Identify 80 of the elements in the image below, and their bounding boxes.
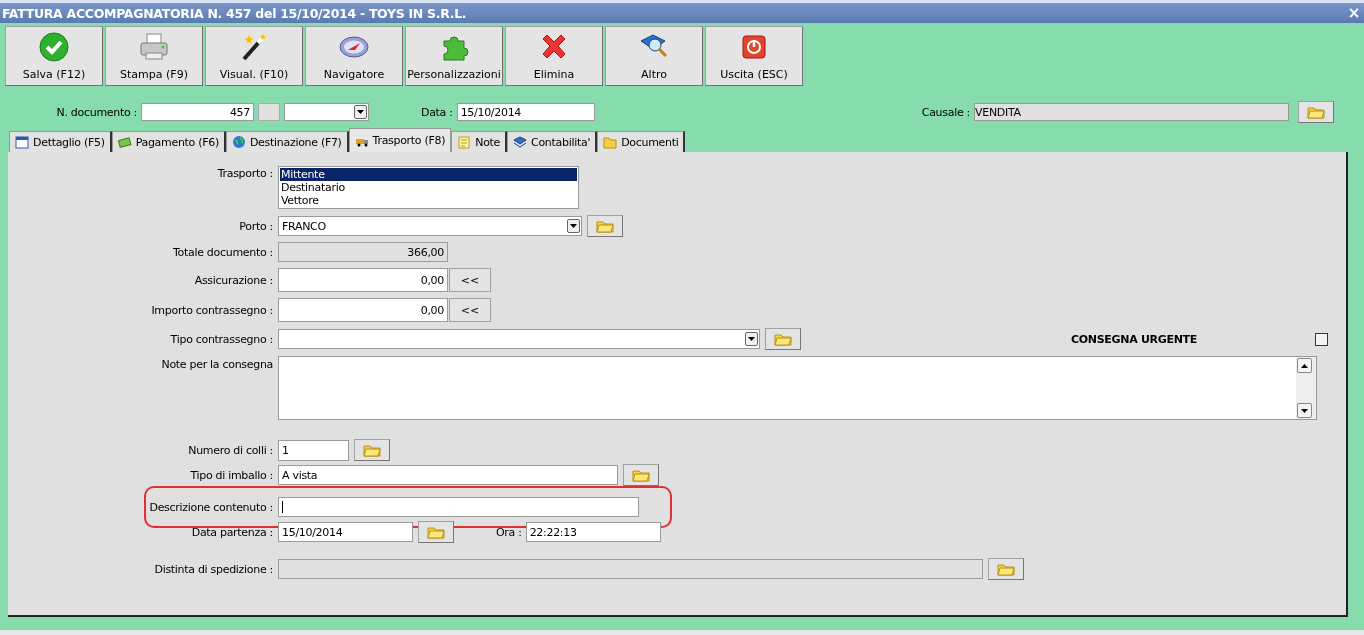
departure-date-field[interactable]: 15/10/2014	[278, 522, 413, 542]
window-title: FATTURA ACCOMPAGNATORIA N. 457 del 15/10/2014 - TOYS IN S.R.L.	[2, 5, 467, 21]
folder-button[interactable]	[1298, 101, 1334, 123]
list-option[interactable]: Destinatario	[280, 181, 577, 194]
amount-field[interactable]: 0,00	[278, 298, 448, 322]
folder-icon	[997, 562, 1015, 576]
field-label: Distinta di spedizione :	[153, 562, 274, 576]
tab[interactable]: Destinazione (F7)	[225, 131, 349, 152]
tab[interactable]: Dettaglio (F5)	[9, 131, 112, 152]
amount-field[interactable]: 0,00	[278, 268, 448, 292]
tab[interactable]: Documenti	[597, 131, 686, 152]
toolbar-button[interactable]: Stampa (F9)	[105, 26, 203, 86]
transport-listbox[interactable]: Mittente Destinatario Vettore	[278, 166, 579, 209]
printer-icon	[138, 31, 170, 63]
field-label: Tipo contrassegno :	[169, 332, 274, 346]
calendar-icon	[15, 135, 29, 149]
money-icon	[117, 135, 132, 149]
toolbar-button[interactable]: Elimina	[505, 26, 603, 86]
field-label: N. documento :	[55, 105, 137, 119]
check-icon	[38, 31, 70, 63]
folder-button[interactable]	[354, 439, 390, 461]
tab[interactable]: Trasporto (F8)	[348, 128, 452, 152]
field-label: Trasporto :	[216, 166, 274, 180]
date-field[interactable]: 15/10/2014	[456, 103, 595, 121]
folder-button[interactable]	[587, 215, 623, 237]
copy-button[interactable]: <<	[449, 268, 491, 292]
toolbar-button[interactable]: Navigatore	[305, 26, 403, 86]
folder-button[interactable]	[418, 521, 454, 543]
field-label: Data :	[421, 105, 453, 119]
urgent-label: CONSEGNA URGENTE	[1071, 332, 1197, 346]
field-label: Assicurazione :	[193, 273, 274, 287]
scroll-up-icon[interactable]	[1297, 358, 1312, 373]
packaging-field[interactable]: A vista	[278, 465, 618, 485]
list-option[interactable]: Vettore	[280, 194, 577, 207]
list-option[interactable]: Mittente	[280, 168, 577, 181]
folder-icon	[596, 219, 614, 233]
field-label: Numero di colli :	[187, 443, 274, 457]
folder-button[interactable]	[988, 558, 1024, 580]
total-field[interactable]: 366,00	[278, 242, 448, 262]
folder-icon	[774, 332, 792, 346]
close-button[interactable]: ×	[1347, 4, 1360, 22]
book-icon	[513, 135, 528, 149]
field-label: Importo contrassegno :	[150, 303, 274, 317]
field-label: Causale :	[921, 105, 970, 119]
toolbar-button[interactable]: Visual. (F10)	[205, 26, 303, 86]
document-number-field[interactable]: 457	[141, 103, 254, 121]
folder-icon	[1307, 105, 1325, 119]
shipping-list-field[interactable]	[278, 559, 983, 579]
toolbar-button[interactable]: Salva (F12)	[5, 26, 103, 86]
series-dropdown[interactable]	[284, 103, 369, 121]
time-field[interactable]: 22:22:13	[525, 522, 661, 542]
field-label: Data partenza :	[190, 525, 274, 539]
content-description-field[interactable]	[278, 497, 639, 517]
field-label: Totale documento :	[172, 245, 274, 259]
causale-field[interactable]: VENDITA	[974, 103, 1289, 121]
folder-icon	[427, 525, 445, 539]
packages-field[interactable]: 1	[278, 439, 349, 461]
urgent-checkbox[interactable]	[1315, 332, 1328, 346]
globe-icon	[231, 135, 246, 149]
folder-icon	[603, 135, 618, 149]
tab[interactable]: Note	[451, 131, 508, 152]
toolbar-button[interactable]: Personalizzazioni	[405, 26, 503, 86]
folder-button[interactable]	[623, 464, 659, 486]
field-label: Tipo di imballo :	[189, 468, 274, 482]
copy-button[interactable]: <<	[449, 298, 491, 322]
scrollbar[interactable]	[1296, 357, 1316, 419]
field-label: Note per la consegna	[160, 357, 274, 371]
field-label: Descrizione contenuto :	[148, 500, 274, 514]
field-label: Porto :	[238, 219, 274, 233]
notepad-icon	[457, 135, 472, 149]
toolbar-button[interactable]: Altro	[605, 26, 703, 86]
scroll-down-icon[interactable]	[1297, 403, 1312, 418]
folder-button[interactable]	[765, 328, 801, 350]
field-label: Ora :	[496, 525, 522, 539]
tab[interactable]: Pagamento (F6)	[111, 131, 226, 152]
tab[interactable]: Contabilita'	[507, 131, 598, 152]
folder-icon	[363, 443, 381, 457]
porto-dropdown[interactable]: FRANCO	[278, 216, 582, 236]
toolbar-button[interactable]: Uscita (ESC)	[705, 26, 803, 86]
folder-icon	[632, 468, 650, 482]
